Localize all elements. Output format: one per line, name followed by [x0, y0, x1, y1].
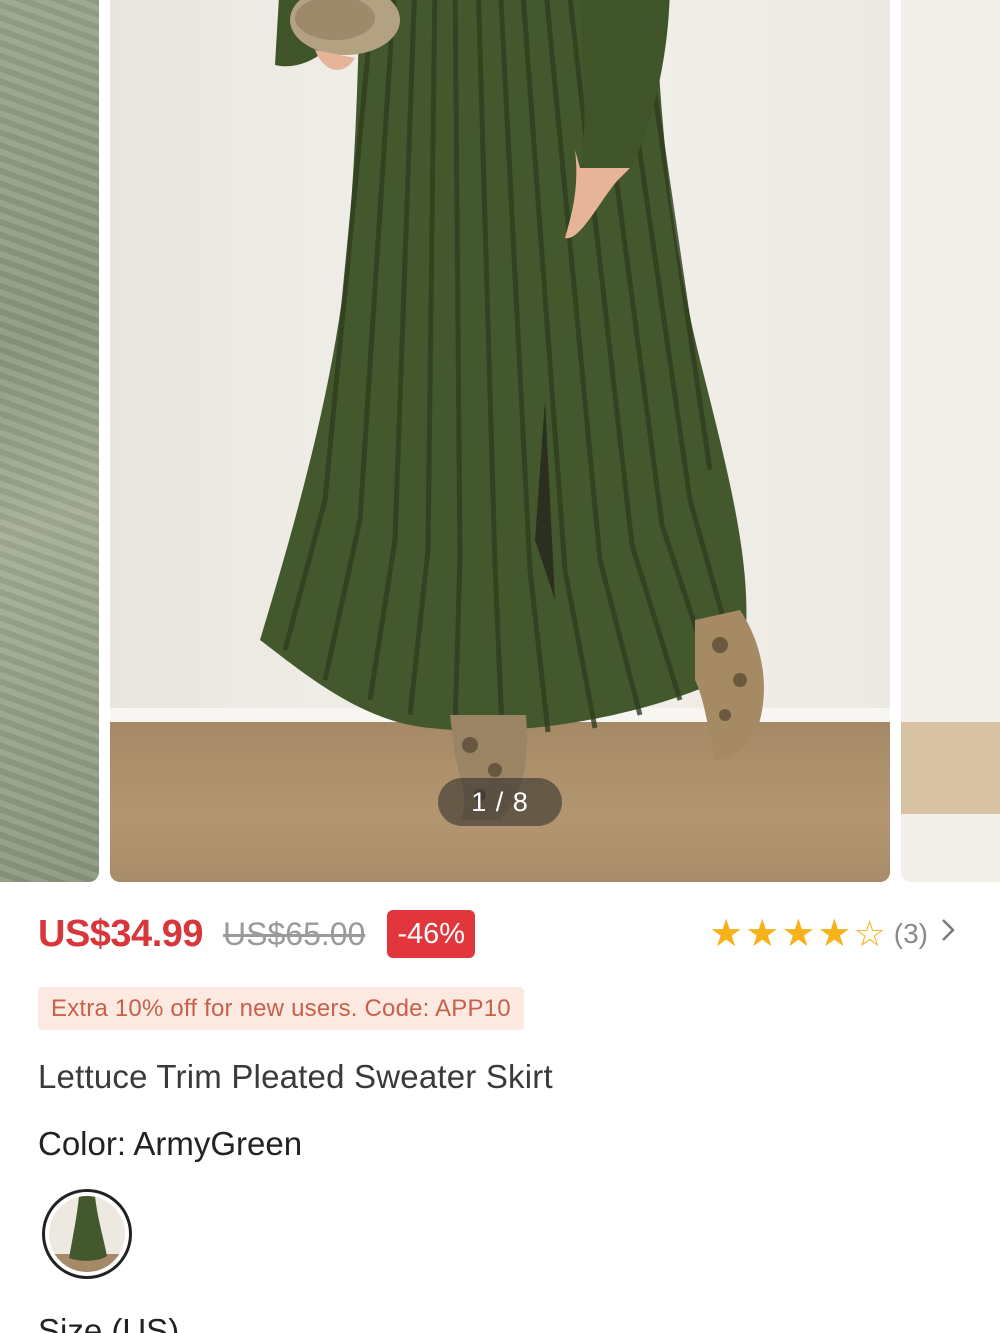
carousel-page-indicator: 1 / 8 [438, 778, 562, 826]
carousel-slide-previous[interactable] [0, 0, 99, 882]
swatch-thumbnail [49, 1196, 125, 1272]
star-icon: ★ [709, 913, 744, 955]
size-label: Size (US) [38, 1312, 180, 1333]
knit-texture-image [0, 0, 99, 882]
color-swatch-armygreen[interactable] [42, 1189, 132, 1279]
star-icon: ★ [781, 913, 816, 955]
star-outline-icon: ☆ [853, 913, 886, 954]
review-count: (3) [893, 918, 928, 949]
product-title: Lettuce Trim Pleated Sweater Skirt [38, 1058, 553, 1095]
star-icon: ★ [745, 913, 780, 955]
next-photo-floor [901, 722, 1000, 814]
new-user-promo-banner[interactable]: Extra 10% off for new users. Code: APP10 [38, 987, 524, 1030]
product-image-carousel[interactable]: 1 / 8 [0, 0, 1000, 884]
carousel-slide-main[interactable]: 1 / 8 [110, 0, 890, 882]
current-price: US$34.99 [38, 912, 204, 955]
original-price: US$65.00 [223, 915, 366, 952]
chevron-right-icon [940, 917, 956, 951]
price-row: US$34.99 US$65.00 -46% [38, 908, 476, 960]
color-label: Color: ArmyGreen [38, 1125, 303, 1162]
discount-badge: -46% [387, 910, 476, 958]
rating-summary[interactable]: ★ ★ ★ ★ ☆ (3) [709, 912, 956, 956]
carousel-slide-next[interactable] [901, 0, 1000, 882]
star-icon: ★ [817, 913, 852, 955]
product-photo [260, 0, 764, 820]
